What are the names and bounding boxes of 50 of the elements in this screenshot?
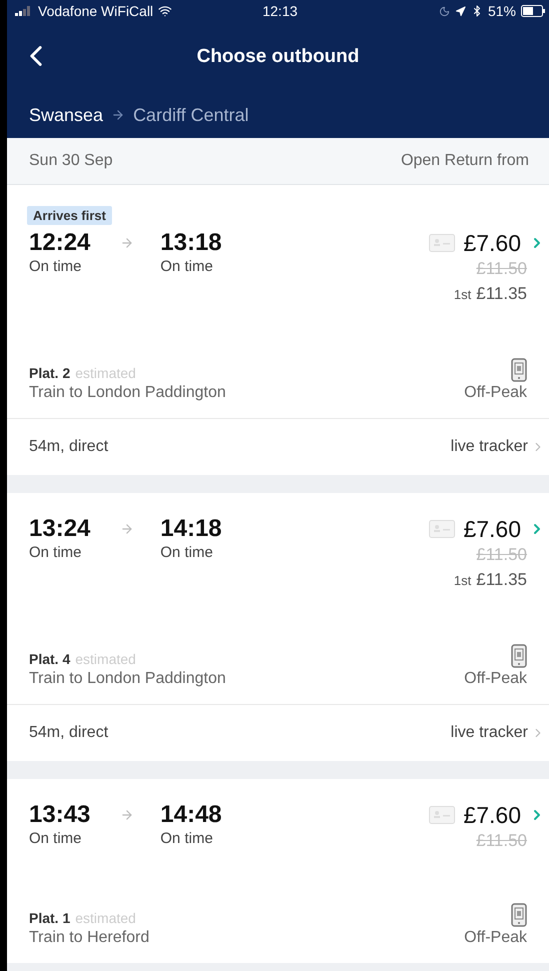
price: £7.60: [463, 229, 521, 257]
arrives-first-badge: Arrives first: [27, 206, 112, 225]
departure-status: On time: [29, 257, 82, 277]
arrival-time: 14:18: [160, 515, 222, 543]
original-price: £11.50: [476, 258, 527, 280]
page-title: Choose outbound: [196, 46, 360, 68]
arrival-status: On time: [160, 829, 213, 849]
wifi-icon: [158, 4, 172, 18]
live-tracker-link[interactable]: live tracker: [450, 724, 545, 742]
mobile-ticket-icon: [511, 358, 527, 382]
origin-station: Swansea: [29, 104, 104, 126]
mobile-ticket-icon: [511, 903, 527, 927]
ticket-type: Off-Peak: [464, 929, 527, 947]
live-tracker-link[interactable]: live tracker: [450, 438, 545, 456]
ticket-type: Off-Peak: [464, 670, 527, 688]
arrival-status: On time: [160, 257, 213, 277]
card-icon: [429, 806, 456, 824]
service-name: Train to London Paddington: [29, 670, 226, 688]
first-class-price: 1st £11.35: [454, 569, 527, 591]
original-price: £11.50: [476, 830, 527, 852]
service-name: Train to London Paddington: [29, 384, 226, 402]
battery-icon: [521, 5, 546, 17]
carrier-name: Vodafone WiFiCall: [38, 3, 154, 19]
ticket-type: Off-Peak: [464, 384, 527, 402]
price: £7.60: [463, 515, 521, 543]
card-icon: [429, 520, 456, 538]
battery-percent: 51%: [488, 3, 516, 19]
departure-status: On time: [29, 829, 82, 849]
moon-icon: [438, 6, 450, 16]
departure-time: 13:43: [29, 801, 90, 829]
departure-status: On time: [29, 543, 82, 563]
journey-duration: 54m, direct: [29, 438, 108, 456]
arrival-time: 14:48: [160, 801, 222, 829]
arrival-time: 13:18: [160, 229, 222, 257]
departure-time: 12:24: [29, 229, 90, 257]
price: £7.60: [463, 801, 521, 829]
signal-icon: [15, 6, 33, 16]
destination-station: Cardiff Central: [133, 104, 249, 126]
journey-duration: 54m, direct: [29, 724, 108, 742]
service-name: Train to Hereford: [29, 929, 150, 947]
travel-date: Sun 30 Sep: [29, 152, 113, 170]
mobile-ticket-icon: [511, 644, 527, 668]
fare-type-label: Open Return from: [400, 152, 529, 170]
departure-time: 13:24: [29, 515, 90, 543]
card-icon: [429, 234, 456, 252]
arrival-status: On time: [160, 543, 213, 563]
status-time: 12:13: [262, 3, 298, 19]
location-icon: [454, 6, 466, 16]
original-price: £11.50: [476, 544, 527, 566]
first-class-price: 1st £11.35: [454, 283, 527, 305]
